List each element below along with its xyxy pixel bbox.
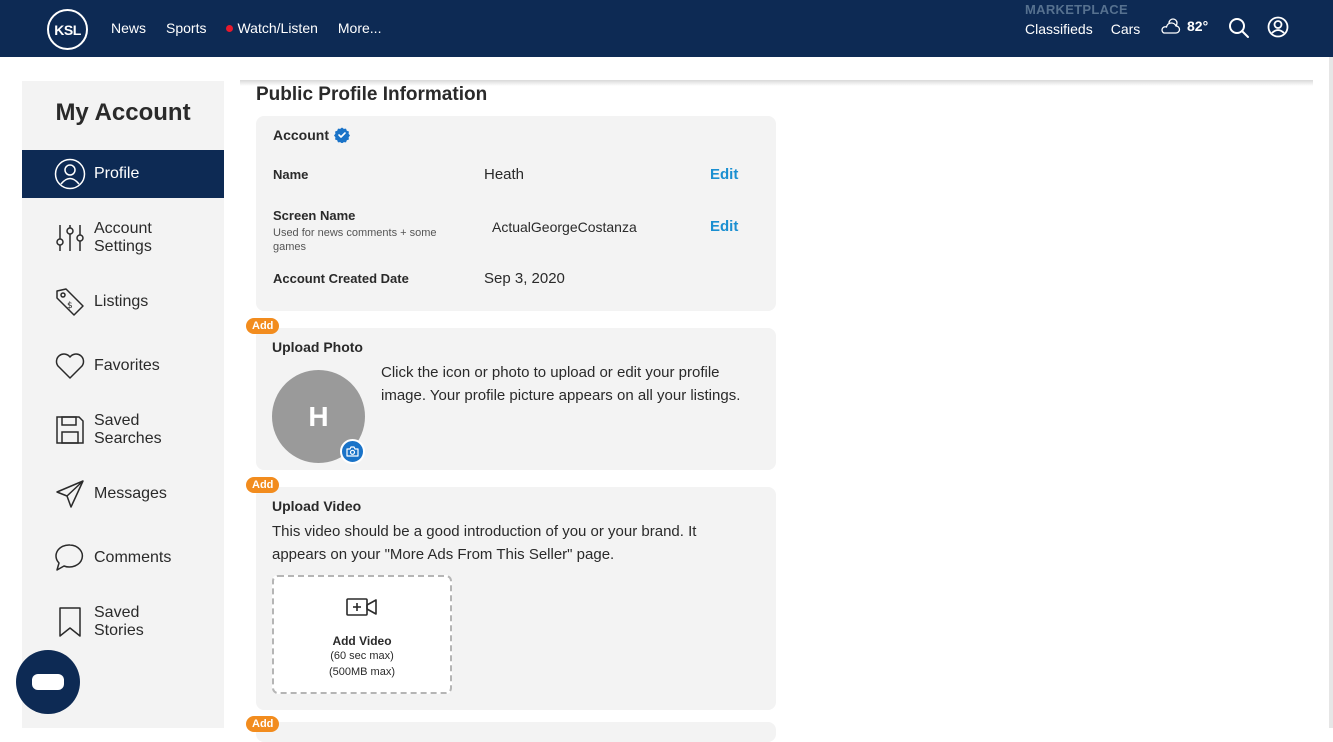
marketplace-label: MARKETPLACE: [1025, 2, 1128, 17]
upload-photo-title: Upload Photo: [272, 339, 363, 355]
user-circle-icon: [54, 158, 86, 190]
sidebar-item-label: Comments: [94, 549, 172, 566]
ksl-logo[interactable]: KSL: [47, 9, 88, 50]
search-icon[interactable]: [1228, 17, 1250, 39]
nav-news[interactable]: News: [111, 20, 146, 36]
nav-watch-listen-label: Watch/Listen: [237, 20, 318, 36]
sidebar-item-listings[interactable]: $ Listings: [22, 278, 224, 326]
chat-button[interactable]: [16, 650, 80, 714]
paper-plane-icon: [54, 478, 86, 510]
name-value: Heath: [484, 166, 525, 183]
edit-name-link[interactable]: Edit: [710, 166, 738, 183]
top-nav-bar: KSL News Sports Watch/Listen More... MAR…: [0, 0, 1333, 57]
nav-sports[interactable]: Sports: [166, 20, 206, 36]
primary-nav: News Sports Watch/Listen More...: [111, 20, 381, 36]
verified-badge-icon: [334, 127, 350, 143]
created-date-value: Sep 3, 2020: [484, 270, 565, 287]
add-video-badge: Add: [246, 477, 280, 493]
page-title: Public Profile Information: [256, 84, 488, 105]
bookmark-icon: [54, 606, 86, 638]
sidebar-item-label: Favorites: [94, 357, 160, 374]
upload-photo-card: Upload Photo H Click the icon or photo t…: [256, 328, 776, 470]
camera-icon: [346, 446, 359, 457]
sidebar-item-messages[interactable]: Messages: [22, 470, 224, 518]
sidebar-item-label: Messages: [94, 485, 167, 502]
account-heading-label: Account: [273, 127, 329, 143]
created-date-label: Account Created Date: [273, 271, 409, 286]
sidebar-item-label: Listings: [94, 293, 149, 310]
screen-name-hint: Used for news comments + some games: [273, 227, 437, 253]
nav-watch-listen[interactable]: Watch/Listen: [226, 20, 318, 36]
weather-temp: 82°: [1187, 18, 1209, 34]
add-next-badge: Add: [246, 716, 280, 732]
nav-cars[interactable]: Cars: [1111, 21, 1141, 37]
upload-video-description: This video should be a good introduction…: [272, 523, 697, 563]
sidebar-item-label: Account Settings: [94, 220, 152, 255]
sliders-icon: [54, 222, 86, 254]
sidebar-item-comments[interactable]: Comments: [22, 534, 224, 582]
video-size-limit: (500MB max): [328, 666, 396, 678]
sidebar-item-label: Profile: [94, 165, 140, 182]
sidebar-item-label: Saved Stories: [94, 604, 144, 639]
account-sidebar: My Account Profile Account Settings $ Li…: [22, 81, 224, 728]
name-label: Name: [273, 167, 309, 182]
marketplace-nav: Classifieds Cars: [1025, 21, 1140, 37]
upload-video-title: Upload Video: [272, 498, 362, 514]
edit-screen-name-link[interactable]: Edit: [710, 218, 738, 235]
account-icon[interactable]: [1267, 16, 1289, 38]
add-video-label: Add Video: [332, 634, 392, 648]
screen-name-label: Screen Name: [273, 208, 356, 223]
add-video-icon: [346, 598, 377, 616]
sidebar-item-saved-stories[interactable]: Saved Stories: [22, 598, 224, 646]
account-heading: Account: [273, 127, 350, 143]
partly-cloudy-icon: [1161, 18, 1181, 34]
add-photo-badge: Add: [246, 318, 280, 334]
page-scrollbar[interactable]: [1329, 57, 1333, 728]
speech-bubble-icon: [54, 542, 86, 574]
sidebar-title: My Account: [55, 99, 191, 126]
account-card: Account Name Heath Edit Screen Name Used…: [256, 116, 776, 311]
live-dot-icon: [226, 24, 234, 32]
nav-classifieds[interactable]: Classifieds: [1025, 21, 1093, 37]
sidebar-item-saved-searches[interactable]: Saved Searches: [22, 406, 224, 454]
video-time-limit: (60 sec max): [330, 650, 394, 662]
heart-icon: [54, 350, 86, 382]
next-card: [256, 722, 776, 742]
sidebar-item-favorites[interactable]: Favorites: [22, 342, 224, 390]
upload-video-card: Upload Video This video should be a good…: [256, 487, 776, 710]
screen-name-value: ActualGeorgeCostanza: [492, 219, 637, 235]
sidebar-item-account-settings[interactable]: Account Settings: [22, 214, 224, 262]
tag-icon: $: [54, 286, 86, 318]
weather-widget[interactable]: 82°: [1159, 16, 1208, 36]
sidebar-item-label: Saved Searches: [94, 412, 162, 447]
sidebar-item-profile[interactable]: Profile: [22, 150, 224, 198]
camera-upload-button[interactable]: [340, 439, 365, 464]
svg-text:$: $: [67, 301, 73, 311]
nav-more[interactable]: More...: [338, 20, 382, 36]
floppy-disk-icon: [54, 414, 86, 446]
avatar-initial: H: [308, 400, 329, 432]
upload-photo-description: Click the icon or photo to upload or edi…: [381, 364, 741, 404]
add-video-button[interactable]: Add Video (60 sec max) (500MB max): [272, 575, 452, 694]
chat-bubble-icon: [32, 674, 64, 690]
